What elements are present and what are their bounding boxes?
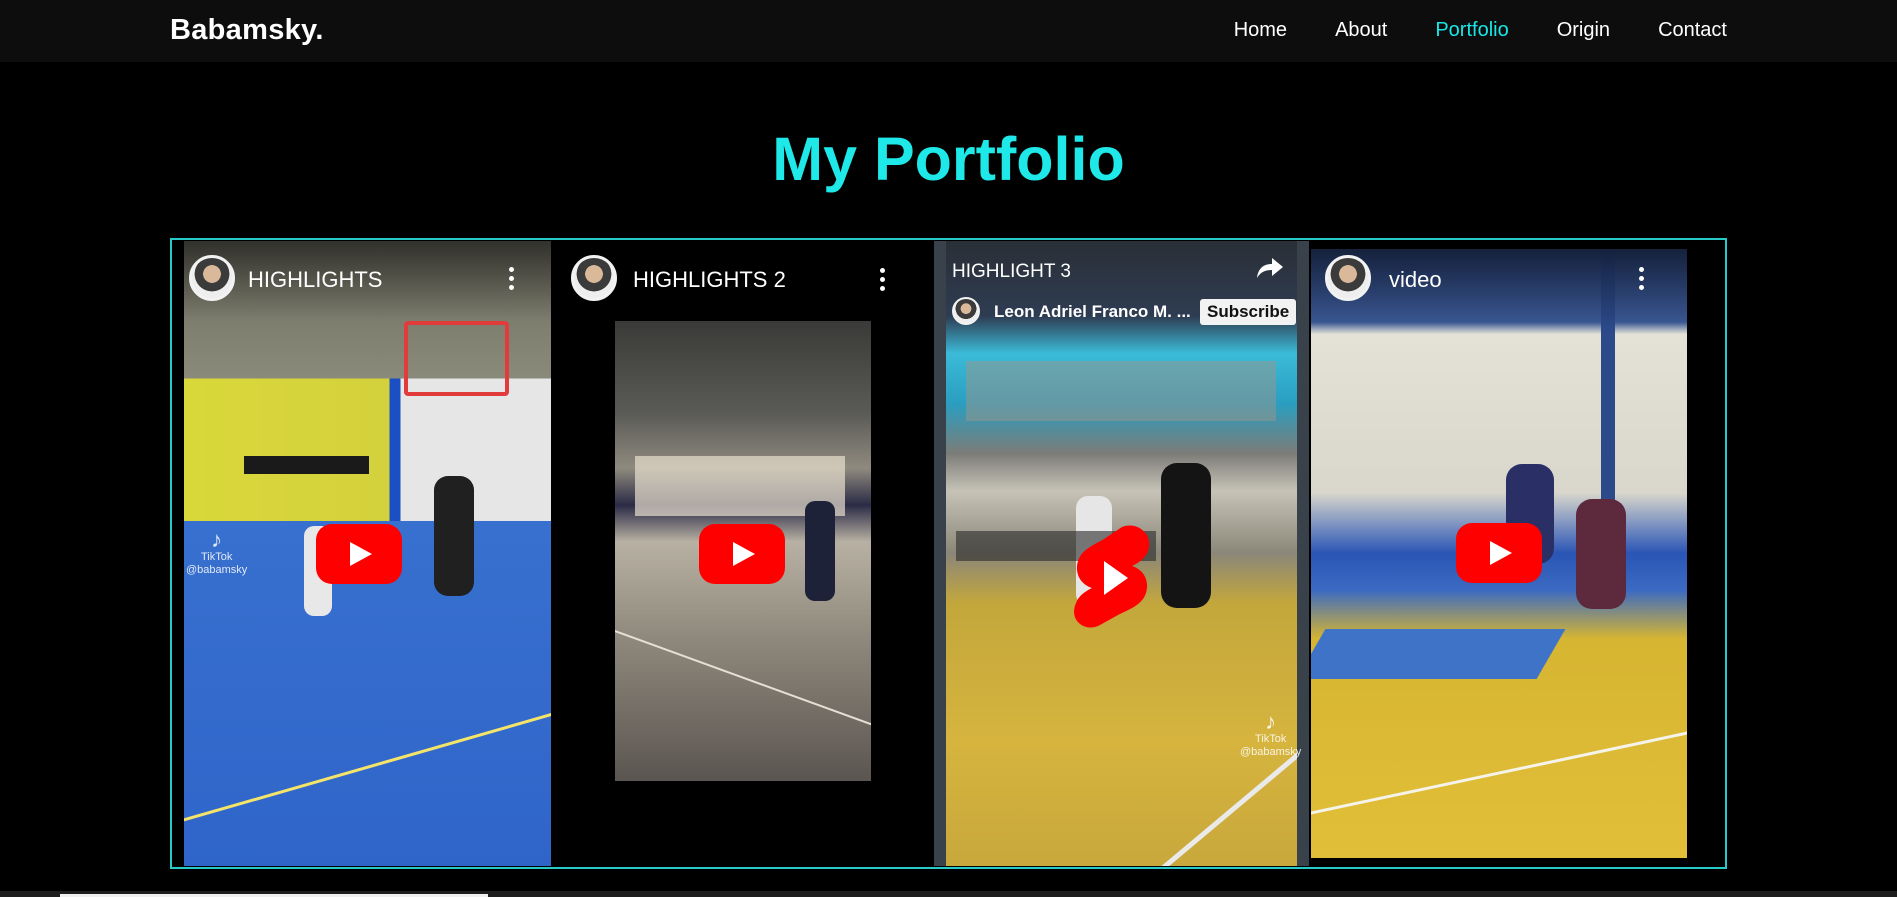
channel-name[interactable]: Leon Adriel Franco M. ... bbox=[994, 302, 1191, 322]
tiktok-brand: TikTok bbox=[200, 551, 233, 563]
youtube-shorts-icon[interactable] bbox=[1070, 523, 1156, 633]
nav-link-home[interactable]: Home bbox=[1234, 19, 1287, 42]
nav-links: Home About Portfolio Origin Contact bbox=[1186, 19, 1727, 42]
tiktok-watermark: ♪ TikTok @babamsky bbox=[186, 529, 247, 577]
channel-avatar[interactable] bbox=[1325, 255, 1371, 301]
more-vert-icon[interactable] bbox=[1636, 267, 1646, 293]
tiktok-icon: ♪ bbox=[1265, 709, 1277, 734]
tiktok-username: @babamsky bbox=[186, 564, 248, 576]
channel-avatar[interactable] bbox=[571, 255, 617, 301]
portfolio-video-grid: HIGHLIGHTS ♪ TikTok @babamsky HIGHLIGHTS… bbox=[170, 238, 1727, 869]
play-button-icon[interactable] bbox=[1456, 523, 1542, 583]
tiktok-username: @babamsky bbox=[1240, 746, 1302, 758]
channel-avatar[interactable] bbox=[189, 255, 235, 301]
video-title[interactable]: HIGHLIGHTS bbox=[248, 267, 382, 293]
nav-link-origin[interactable]: Origin bbox=[1557, 19, 1610, 42]
video-embed-highlights-2[interactable]: HIGHLIGHTS 2 bbox=[553, 241, 932, 866]
video-embed-highlights[interactable]: HIGHLIGHTS ♪ TikTok @babamsky bbox=[184, 241, 551, 866]
tiktok-icon: ♪ bbox=[211, 527, 223, 552]
video-embed-highlight-3[interactable]: HIGHLIGHT 3 Leon Adriel Franco M. ... Su… bbox=[934, 241, 1309, 866]
more-vert-icon[interactable] bbox=[506, 267, 516, 293]
tiktok-brand: TikTok bbox=[1254, 733, 1287, 745]
play-button-icon[interactable] bbox=[699, 524, 785, 584]
more-vert-icon[interactable] bbox=[877, 268, 887, 294]
nav-link-contact[interactable]: Contact bbox=[1658, 19, 1727, 42]
nav-link-portfolio[interactable]: Portfolio bbox=[1435, 19, 1508, 42]
subscribe-button[interactable]: Subscribe bbox=[1200, 299, 1297, 325]
channel-avatar[interactable] bbox=[952, 297, 980, 325]
video-embed-video[interactable]: video bbox=[1311, 249, 1687, 858]
brand-logo[interactable]: Babamsky. bbox=[170, 14, 324, 47]
video-title[interactable]: HIGHLIGHTS 2 bbox=[633, 267, 786, 293]
video-title[interactable]: video bbox=[1389, 267, 1442, 293]
play-button-icon[interactable] bbox=[316, 524, 402, 584]
nav-link-about[interactable]: About bbox=[1335, 19, 1387, 42]
navbar: Babamsky. Home About Portfolio Origin Co… bbox=[0, 0, 1897, 62]
tiktok-watermark: ♪ TikTok @babamsky bbox=[1240, 711, 1301, 759]
page-title: My Portfolio bbox=[772, 125, 1125, 193]
video-title[interactable]: HIGHLIGHT 3 bbox=[952, 261, 1071, 283]
horizontal-scrollbar[interactable] bbox=[0, 891, 1897, 897]
share-icon[interactable] bbox=[1256, 256, 1284, 280]
